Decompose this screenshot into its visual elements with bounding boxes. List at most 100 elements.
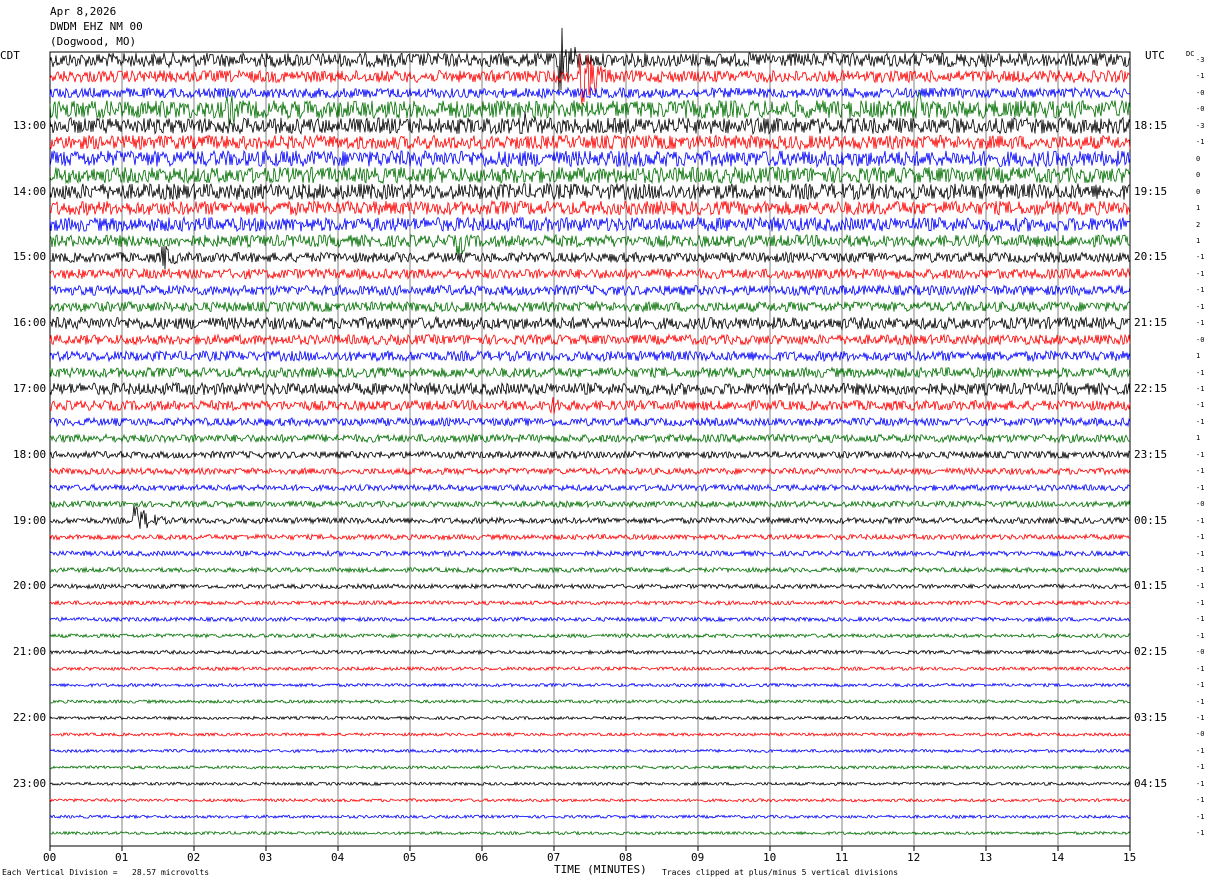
dc-offset-label: -1 bbox=[1196, 450, 1205, 459]
trace-5 bbox=[49, 133, 1131, 151]
x-tick-label: 14 bbox=[1051, 851, 1065, 864]
trace-31 bbox=[49, 566, 1131, 574]
dc-offset-label: -1 bbox=[1196, 598, 1205, 607]
dc-offset-label: -1 bbox=[1196, 385, 1205, 393]
trace-21 bbox=[49, 397, 1131, 415]
right-hour-label: 21:15 bbox=[1134, 316, 1168, 330]
right-hour-label: 18:15 bbox=[1134, 118, 1168, 132]
left-hour-label: 14:00 bbox=[13, 184, 47, 198]
dc-offset-label: -1 bbox=[1196, 138, 1205, 147]
trace-12 bbox=[49, 245, 1131, 270]
seismic-traces bbox=[49, 27, 1131, 836]
x-tick-label: 02 bbox=[187, 851, 201, 864]
right-hour-label: 20:15 bbox=[1134, 250, 1168, 264]
dc-offset-label: -1 bbox=[1196, 401, 1205, 410]
right-hour-label: 03:15 bbox=[1134, 711, 1168, 724]
dc-offset-label: -1 bbox=[1196, 253, 1205, 262]
left-hour-label: 17:00 bbox=[13, 382, 47, 395]
dc-offset-label: -0 bbox=[1196, 648, 1205, 657]
x-tick-label: 03 bbox=[259, 851, 273, 864]
trace-41 bbox=[49, 731, 1131, 738]
dc-offset-label: -1 bbox=[1196, 615, 1205, 624]
left-hour-label: 18:00 bbox=[13, 447, 47, 461]
dc-offset-label: -1 bbox=[1196, 516, 1205, 525]
dc-offset-label: -1 bbox=[1196, 286, 1205, 295]
trace-45 bbox=[49, 797, 1131, 803]
right-hour-label: 00:15 bbox=[1134, 513, 1168, 527]
x-tick-label: 11 bbox=[835, 851, 849, 864]
dc-offset-label: -1 bbox=[1196, 467, 1205, 476]
trace-11 bbox=[49, 233, 1131, 256]
dc-offset-label: -1 bbox=[1196, 697, 1205, 706]
left-hour-label: 16:00 bbox=[13, 316, 47, 330]
right-hour-label: 02:15 bbox=[1134, 645, 1168, 659]
trace-22 bbox=[49, 416, 1131, 428]
trace-28 bbox=[49, 504, 1131, 529]
left-hour-label: 13:00 bbox=[13, 118, 47, 132]
trace-42 bbox=[49, 748, 1131, 754]
x-tick-label: 00 bbox=[43, 851, 57, 864]
dc-offset-label: -1 bbox=[1196, 779, 1205, 788]
left-hour-label: 22:00 bbox=[13, 711, 47, 724]
dc-offset-label: 1 bbox=[1196, 236, 1201, 245]
dc-offset-label: -1 bbox=[1196, 812, 1205, 821]
dc-offset-label: -1 bbox=[1196, 796, 1205, 805]
dc-offset-label: 2 bbox=[1196, 220, 1201, 229]
trace-18 bbox=[49, 349, 1131, 363]
dc-offset-label: -1 bbox=[1196, 714, 1205, 722]
trace-30 bbox=[49, 549, 1131, 558]
trace-17 bbox=[49, 333, 1131, 346]
trace-26 bbox=[49, 483, 1131, 493]
trace-29 bbox=[49, 532, 1131, 542]
dc-offset-label: -0 bbox=[1196, 500, 1205, 509]
left-hour-label: 20:00 bbox=[13, 579, 47, 593]
left-hour-label: 15:00 bbox=[13, 250, 47, 264]
x-tick-label: 09 bbox=[691, 851, 705, 864]
dc-offset-label: 0 bbox=[1196, 187, 1201, 196]
trace-33 bbox=[49, 599, 1131, 607]
dc-offset-label: -1 bbox=[1196, 681, 1205, 690]
helicorder-plot bbox=[49, 27, 1131, 851]
dc-offset-label: -1 bbox=[1196, 483, 1205, 492]
x-tick-label: 06 bbox=[475, 851, 489, 864]
right-hour-label: 23:15 bbox=[1134, 447, 1168, 461]
x-tick-label: 01 bbox=[115, 851, 129, 864]
trace-40 bbox=[49, 715, 1131, 721]
dc-offset-label: -0 bbox=[1196, 730, 1205, 739]
trace-9 bbox=[49, 199, 1131, 217]
trace-24 bbox=[49, 449, 1131, 460]
footer-clip-note: Traces clipped at plus/minus 5 vertical … bbox=[662, 868, 899, 877]
dc-offset-label: 1 bbox=[1196, 352, 1201, 361]
dc-offset-label: -1 bbox=[1196, 829, 1205, 838]
trace-35 bbox=[49, 632, 1131, 639]
dc-offset-label: 1 bbox=[1196, 204, 1201, 213]
footer-scale-note: Each Vertical Division = 28.57 microvolt… bbox=[2, 868, 210, 877]
trace-23 bbox=[49, 433, 1131, 444]
dc-offset-label: 0 bbox=[1196, 171, 1201, 180]
trace-15 bbox=[49, 300, 1131, 314]
dc-offset-label: -1 bbox=[1196, 319, 1205, 328]
x-axis-ticks bbox=[49, 846, 1131, 851]
right-hour-label: 04:15 bbox=[1134, 776, 1168, 790]
trace-8 bbox=[49, 182, 1131, 201]
dc-offset-label: -3 bbox=[1196, 56, 1205, 64]
trace-39 bbox=[49, 698, 1131, 705]
right-hour-label: 01:15 bbox=[1134, 579, 1168, 593]
trace-25 bbox=[49, 466, 1131, 476]
trace-14 bbox=[49, 283, 1131, 297]
dc-offset-label: -1 bbox=[1196, 302, 1205, 311]
x-tick-label: 04 bbox=[331, 851, 345, 864]
dc-offset-label: 0 bbox=[1196, 154, 1201, 163]
trace-37 bbox=[49, 665, 1131, 672]
dc-offset-label: -1 bbox=[1196, 746, 1205, 755]
trace-44 bbox=[49, 781, 1131, 787]
left-hour-label: 19:00 bbox=[13, 513, 47, 527]
x-tick-label: 13 bbox=[979, 851, 993, 864]
dc-offset-label: -1 bbox=[1196, 664, 1205, 673]
left-hour-label: 21:00 bbox=[13, 645, 47, 659]
trace-27 bbox=[49, 499, 1131, 509]
dc-offset-label: -1 bbox=[1196, 72, 1205, 81]
x-tick-label: 05 bbox=[403, 851, 417, 864]
trace-47 bbox=[49, 830, 1131, 836]
dc-offset-label: -0 bbox=[1196, 88, 1205, 97]
